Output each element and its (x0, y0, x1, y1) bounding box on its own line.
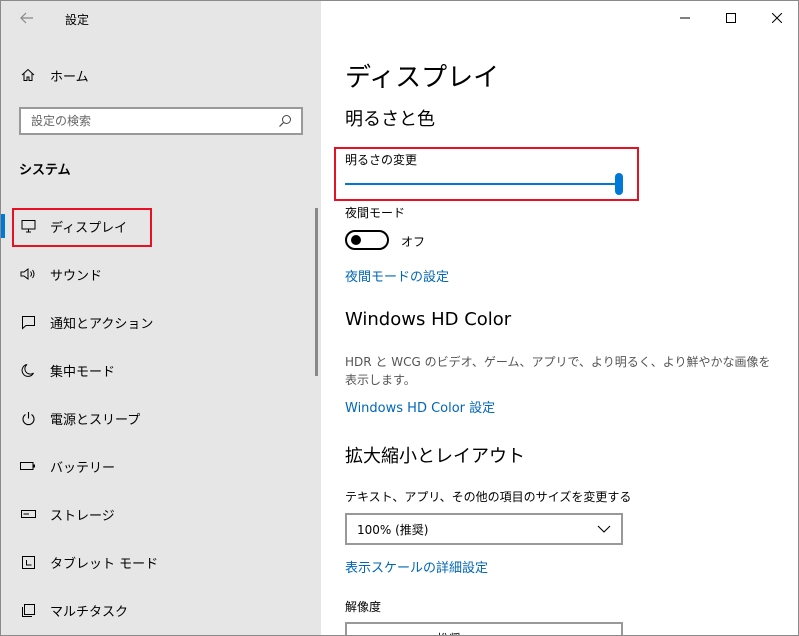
monitor-icon (19, 217, 37, 235)
storage-icon (19, 505, 37, 523)
scale-dropdown[interactable]: 100% (推奨) (345, 513, 623, 545)
sidebar-item-multitask[interactable]: マルチタスク (1, 586, 321, 634)
sidebar-item-storage[interactable]: ストレージ (1, 490, 321, 538)
slider-track (345, 183, 615, 185)
resolution-value: 推奨 (437, 630, 461, 635)
sidebar-scrollbar[interactable] (315, 208, 318, 376)
sidebar-item-label: タブレット モード (50, 556, 159, 572)
minimize-icon (680, 17, 690, 19)
minimize-button[interactable] (662, 1, 708, 35)
settings-window: 設定 ホーム システム (0, 0, 799, 636)
page-title: ディスプレイ (345, 63, 500, 93)
section-title: システム (19, 163, 71, 178)
brightness-label: 明るさの変更 (345, 153, 418, 167)
scale-value: 100% (推奨) (357, 522, 429, 537)
night-light-toggle[interactable] (345, 230, 389, 250)
sidebar-item-power[interactable]: 電源とスリープ (1, 394, 321, 442)
hd-color-settings-link[interactable]: Windows HD Color 設定 (345, 397, 495, 416)
brightness-section-title: 明るさと色 (345, 109, 435, 130)
back-arrow-icon (20, 12, 33, 24)
sidebar-item-label: ストレージ (50, 508, 115, 524)
sidebar-item-battery[interactable]: バッテリー (1, 442, 321, 490)
toggle-knob (351, 235, 361, 245)
scale-layout-title: 拡大縮小とレイアウト (345, 446, 525, 467)
multitask-icon (19, 601, 37, 619)
night-light-label: 夜間モード (345, 206, 406, 220)
scale-label: テキスト、アプリ、その他の項目のサイズを変更する (345, 490, 632, 504)
sidebar-item-label: 通知とアクション (50, 316, 154, 332)
speaker-icon (19, 265, 37, 283)
system-nav-list: ディスプレイ サウンド 通知とアクション 集中モード 電源とスリープ バッテリー… (1, 202, 321, 634)
sidebar-item-label: バッテリー (50, 460, 116, 476)
sidebar: 設定 ホーム システム (1, 1, 321, 635)
home-label: ホーム (50, 69, 89, 85)
sidebar-item-notifications[interactable]: 通知とアクション (1, 298, 321, 346)
hd-color-title: Windows HD Color (345, 309, 512, 330)
resolution-dropdown[interactable]: 推奨 (345, 622, 623, 635)
night-light-settings-link[interactable]: 夜間モードの設定 (345, 266, 449, 285)
advanced-scaling-link[interactable]: 表示スケールの詳細設定 (345, 557, 488, 576)
resolution-label: 解像度 (345, 600, 382, 614)
sidebar-item-display[interactable]: ディスプレイ (1, 202, 321, 250)
main-content: ディスプレイ 明るさと色 明るさの変更 夜間モード オフ 夜間モードの設定 Wi… (321, 1, 798, 635)
home-icon (19, 66, 37, 84)
sidebar-item-label: サウンド (50, 268, 103, 284)
sidebar-item-sound[interactable]: サウンド (1, 250, 321, 298)
maximize-button[interactable] (708, 1, 754, 35)
active-indicator (1, 214, 5, 238)
chevron-down-icon (597, 525, 611, 533)
back-button[interactable] (13, 5, 41, 31)
search-box[interactable] (19, 107, 303, 135)
search-input[interactable] (21, 109, 273, 133)
close-icon (772, 13, 782, 23)
sidebar-item-label: ディスプレイ (50, 220, 128, 236)
home-nav-item[interactable]: ホーム (1, 61, 321, 89)
tablet-icon (19, 553, 37, 571)
maximize-icon (726, 13, 736, 23)
power-icon (19, 409, 37, 427)
slider-thumb[interactable] (615, 173, 623, 195)
window-controls (662, 1, 798, 35)
brightness-slider[interactable] (345, 173, 623, 195)
notification-icon (19, 313, 37, 331)
sidebar-item-label: マルチタスク (50, 604, 129, 620)
app-title: 設定 (65, 13, 90, 27)
moon-icon (19, 361, 37, 379)
search-icon[interactable] (273, 109, 297, 133)
sidebar-item-label: 集中モード (50, 364, 116, 380)
title-bar: 設定 (1, 1, 321, 35)
hd-color-description: HDR と WCG のビデオ、ゲーム、アプリで、より明るく、より鮮やかな画像を表… (345, 355, 771, 387)
sidebar-item-tablet[interactable]: タブレット モード (1, 538, 321, 586)
close-button[interactable] (754, 1, 798, 35)
sidebar-item-label: 電源とスリープ (50, 412, 141, 428)
sidebar-item-focus[interactable]: 集中モード (1, 346, 321, 394)
night-light-state: オフ (401, 235, 426, 249)
battery-icon (19, 457, 37, 475)
